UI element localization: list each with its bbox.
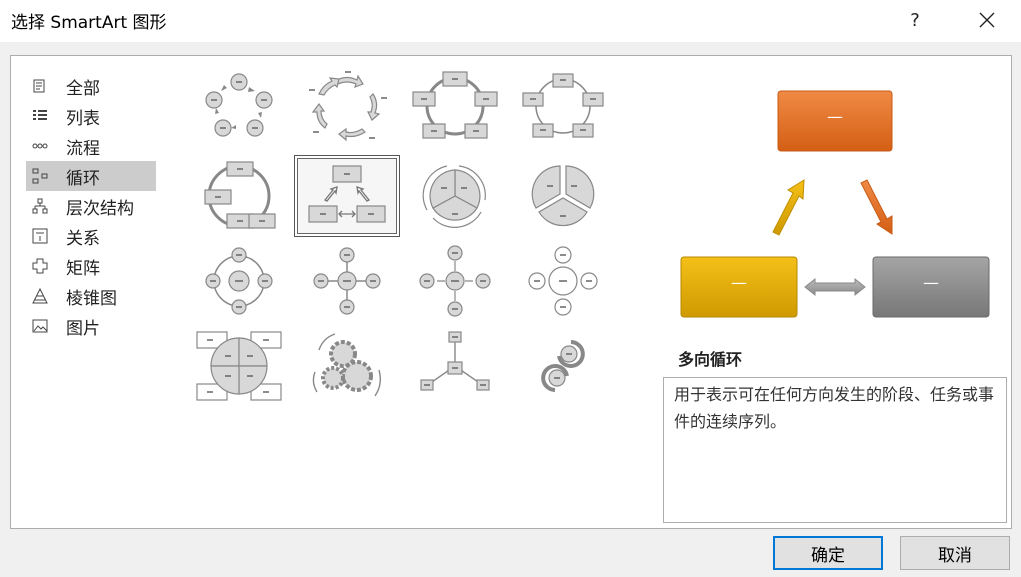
layout-continuous-cycle[interactable]: [187, 156, 291, 236]
category-label: 棱锥图: [66, 288, 117, 309]
category-all[interactable]: 全部: [26, 71, 156, 101]
layout-segmented-pie[interactable]: [511, 156, 615, 236]
category-picture[interactable]: 图片: [26, 311, 156, 341]
matrix-icon: [32, 258, 48, 274]
layout-block-cycle[interactable]: [403, 66, 507, 146]
title-bar: 选择 SmartArt 图形 ?: [0, 0, 1021, 42]
category-process[interactable]: 流程: [26, 131, 156, 161]
layout-cycle-matrix[interactable]: [187, 326, 291, 406]
category-label: 图片: [66, 318, 100, 339]
dialog-title: 选择 SmartArt 图形: [11, 13, 167, 33]
category-list: 全部 列表 流程 循环 层次结构 关系 矩阵 棱锥图 图片: [10, 55, 172, 529]
category-pyramid[interactable]: 棱锥图: [26, 281, 156, 311]
layout-gear[interactable]: [295, 326, 399, 406]
category-label: 循环: [66, 168, 100, 189]
category-label: 关系: [66, 228, 100, 249]
layout-nondirectional-cycle[interactable]: [511, 66, 615, 146]
preview-box-top-label: —: [827, 107, 843, 126]
hierarchy-icon: [32, 198, 48, 214]
layout-circular-arrows[interactable]: [511, 326, 615, 406]
category-label: 矩阵: [66, 258, 100, 279]
layout-gallery: [170, 55, 660, 529]
ok-button[interactable]: 确定: [773, 536, 883, 570]
list-icon: [32, 108, 48, 124]
layout-basic-radial[interactable]: [295, 241, 399, 321]
help-button[interactable]: ?: [898, 4, 932, 36]
category-label: 流程: [66, 138, 100, 159]
cancel-button[interactable]: 取消: [900, 536, 1010, 570]
arrow-bidirectional: [804, 277, 866, 297]
description-box: 用于表示可在任何方向发生的阶段、任务或事件的连续序列。: [663, 377, 1007, 523]
close-button[interactable]: [970, 4, 1004, 36]
picture-icon: [32, 318, 48, 334]
preview-box-left-label: —: [731, 273, 747, 292]
layout-radial-venn[interactable]: [511, 241, 615, 321]
category-label: 列表: [66, 108, 100, 129]
category-matrix[interactable]: 矩阵: [26, 251, 156, 281]
category-label: 全部: [66, 78, 100, 99]
preview-title: 多向循环: [678, 350, 743, 369]
pyramid-icon: [32, 288, 48, 304]
category-cycle[interactable]: 循环: [26, 161, 156, 191]
layout-radial-cluster[interactable]: [403, 326, 507, 406]
preview-box-right-label: —: [923, 273, 939, 292]
category-list-item[interactable]: 列表: [26, 101, 156, 131]
description-text: 用于表示可在任何方向发生的阶段、任务或事件的连续序列。: [674, 385, 995, 431]
layout-radial-cycle[interactable]: [187, 241, 291, 321]
preview-diagram: [680, 90, 990, 318]
process-icon: [32, 138, 48, 154]
category-relationship[interactable]: 关系: [26, 221, 156, 251]
preview-pane: — — — 多向循环 用于表示可在任何方向发生的阶段、任务或事件的连续序列。: [659, 55, 1012, 529]
relationship-icon: [32, 228, 48, 244]
arrow-left-diagonal: [772, 179, 805, 236]
all-icon: [32, 78, 48, 94]
layout-diverging-radial[interactable]: [403, 241, 507, 321]
layout-multidirectional-cycle[interactable]: [294, 155, 400, 237]
arrow-right-diagonal: [860, 179, 893, 235]
cycle-icon: [32, 168, 48, 184]
layout-segmented-cycle[interactable]: [403, 156, 507, 236]
close-icon: [979, 12, 995, 28]
layout-text-cycle[interactable]: [295, 66, 399, 146]
category-hierarchy[interactable]: 层次结构: [26, 191, 156, 221]
layout-basic-cycle[interactable]: [187, 66, 291, 146]
category-label: 层次结构: [66, 198, 134, 219]
